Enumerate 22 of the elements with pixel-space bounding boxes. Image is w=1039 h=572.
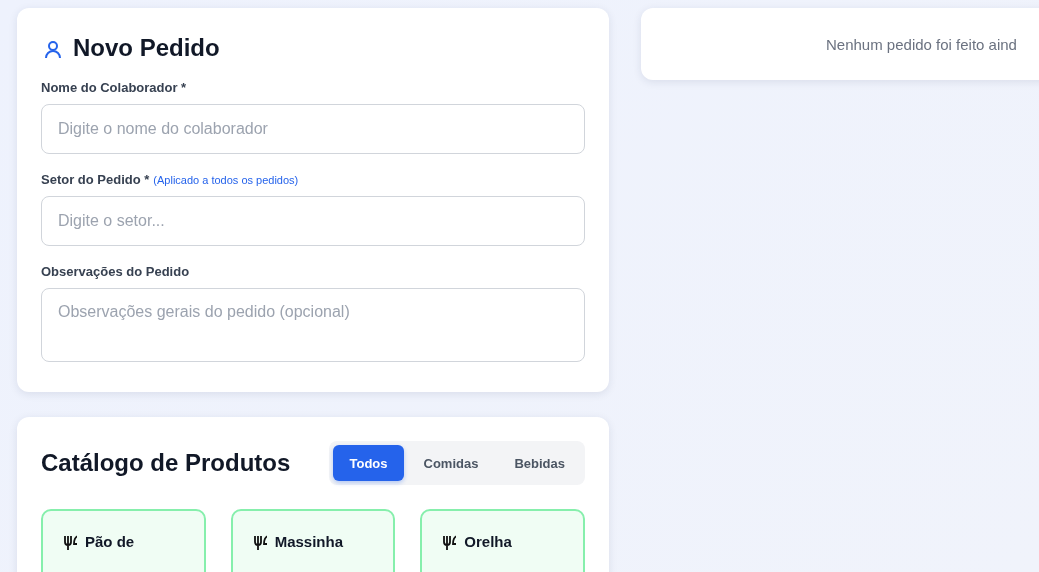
category-tab[interactable]: Bebidas: [498, 445, 581, 481]
catalog-title: Catálogo de Produtos: [41, 449, 291, 477]
field-label: Setor do Pedido *: [41, 172, 150, 187]
form-title: Novo Pedido: [73, 34, 220, 62]
category-tab[interactable]: Comidas: [407, 445, 495, 481]
text-area[interactable]: Observações gerais do pedido (opcional): [41, 288, 585, 362]
product-card[interactable]: Pão de: [41, 509, 206, 572]
product-name: Massinha: [274, 533, 343, 550]
field-label: Observações do Pedido: [41, 264, 190, 279]
category-tab[interactable]: Todos: [333, 445, 404, 481]
input-field[interactable]: Digite o nome do colaborador: [41, 104, 585, 154]
fork-knife-icon: [63, 533, 77, 550]
product-name: Pão de: [85, 533, 135, 550]
field-label: Nome do Colaborador *: [41, 80, 187, 95]
fork-knife-icon: [442, 533, 457, 550]
product-card[interactable]: Massinha: [230, 509, 396, 572]
field-hint: (Aplicado a todos os pedidos): [153, 174, 299, 186]
product-name: Orelha: [464, 533, 512, 550]
fork-knife-icon: [252, 533, 267, 550]
input-field[interactable]: Digite o setor...: [41, 196, 585, 246]
empty-message: Nenhum pedido foi feito aind: [826, 35, 1017, 53]
product-card[interactable]: Orelha: [420, 509, 585, 572]
